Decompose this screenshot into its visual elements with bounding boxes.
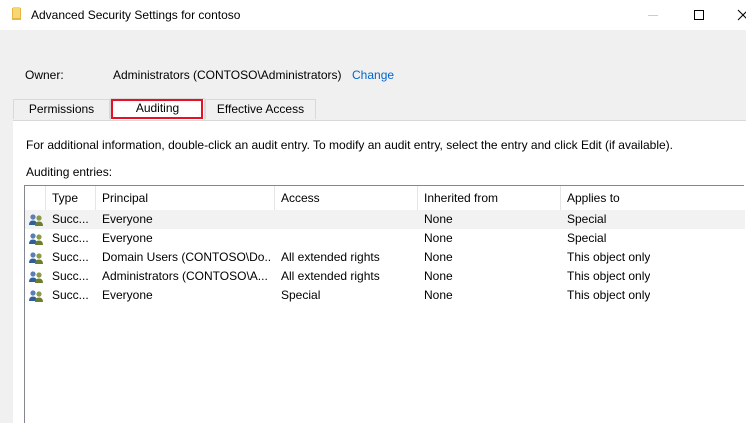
table-row[interactable]: Succ... Domain Users (CONTOSO\Do... All ex… <box>25 248 745 267</box>
cell-principal: Everyone <box>102 212 153 226</box>
cell-inherited-from: None <box>424 269 453 283</box>
column-header-applies-to[interactable]: Applies to <box>561 186 745 210</box>
info-text: For additional information, double-click… <box>26 138 673 152</box>
users-icon <box>28 250 44 266</box>
tab-auditing[interactable]: Auditing <box>110 98 205 120</box>
minimize-icon <box>648 15 658 16</box>
maximize-button[interactable] <box>676 0 722 30</box>
cell-applies-to: This object only <box>567 269 651 283</box>
column-header-principal[interactable]: Principal <box>96 186 275 210</box>
title-bar: Advanced Security Settings for contoso <box>0 0 746 30</box>
cell-principal: Administrators (CONTOSO\A... <box>102 269 268 283</box>
cell-applies-to: This object only <box>567 250 651 264</box>
users-icon <box>28 288 44 304</box>
cell-type: Succ... <box>52 231 89 245</box>
table-row[interactable]: Succ... Everyone None Special <box>25 229 745 248</box>
advanced-security-window: Advanced Security Settings for contoso O… <box>0 0 746 423</box>
cell-type: Succ... <box>52 212 89 226</box>
cell-applies-to: Special <box>567 212 607 226</box>
change-owner-link[interactable]: Change <box>352 68 394 82</box>
list-header: Type Principal Access Inherited from App… <box>25 186 745 210</box>
users-icon <box>28 212 44 228</box>
column-header-access[interactable]: Access <box>275 186 418 210</box>
auditing-entries-list[interactable]: Type Principal Access Inherited from App… <box>24 185 745 423</box>
column-header-icon[interactable] <box>25 186 46 210</box>
cell-type: Succ... <box>52 250 89 264</box>
owner-label: Owner: <box>25 68 64 82</box>
cell-inherited-from: None <box>424 231 453 245</box>
users-icon <box>28 269 44 285</box>
column-header-type[interactable]: Type <box>46 186 96 210</box>
cell-inherited-from: None <box>424 250 453 264</box>
table-row[interactable]: Succ... Everyone Special None This object on… <box>25 286 745 305</box>
cell-type: Succ... <box>52 269 89 283</box>
cell-inherited-from: None <box>424 288 453 302</box>
close-icon <box>737 9 746 21</box>
cell-principal: Domain Users (CONTOSO\Do... <box>102 250 270 264</box>
cell-inherited-from: None <box>424 212 453 226</box>
table-row[interactable]: Succ... Administrators (CONTOSO\A... All e… <box>25 267 745 286</box>
cell-principal: Everyone <box>102 288 153 302</box>
cell-access: Special <box>281 288 321 302</box>
tab-permissions[interactable]: Permissions <box>13 99 110 119</box>
cell-access: All extended rights <box>281 269 380 283</box>
column-header-inherited-from[interactable]: Inherited from <box>418 186 561 210</box>
cell-type: Succ... <box>52 288 89 302</box>
users-icon <box>28 231 44 247</box>
cell-applies-to: This object only <box>567 288 651 302</box>
auditing-entries-label: Auditing entries: <box>26 165 113 179</box>
cell-access: All extended rights <box>281 250 380 264</box>
maximize-icon <box>694 10 704 20</box>
cell-applies-to: Special <box>567 231 607 245</box>
window-title: Advanced Security Settings for contoso <box>31 8 241 22</box>
cell-principal: Everyone <box>102 231 153 245</box>
minimize-button[interactable] <box>630 0 676 30</box>
close-button[interactable] <box>722 0 746 30</box>
owner-value: Administrators (CONTOSO\Administrators) <box>113 68 342 82</box>
table-row[interactable]: Succ... Everyone None Special <box>25 210 745 229</box>
folder-icon <box>12 7 21 20</box>
tab-effective-access[interactable]: Effective Access <box>205 99 316 119</box>
